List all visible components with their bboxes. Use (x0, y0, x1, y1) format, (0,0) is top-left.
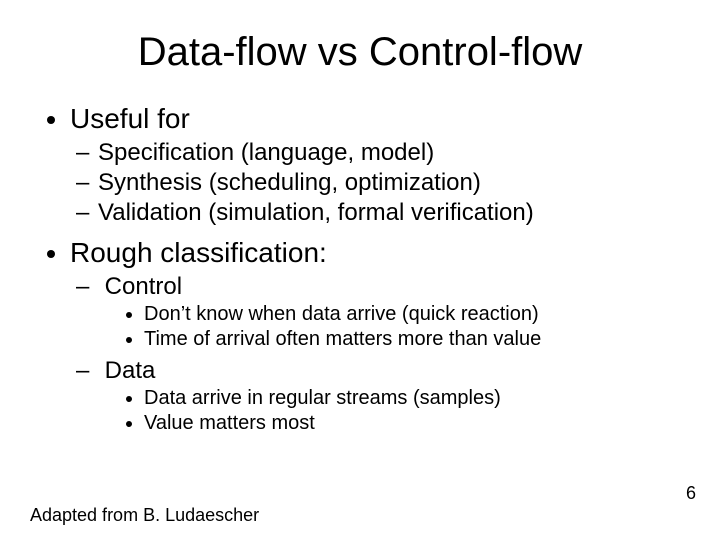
subsub-item: Don’t know when data arrive (quick react… (144, 303, 690, 326)
sub-list-useful-for: Specification (language, model) Synthesi… (70, 139, 690, 227)
bullet-useful-for: Useful for Specification (language, mode… (70, 103, 690, 227)
subsub-list-control: Don’t know when data arrive (quick react… (98, 303, 690, 351)
subsub-item: Value matters most (144, 412, 690, 435)
sub-item: Specification (language, model) (98, 139, 690, 167)
footer-attribution: Adapted from B. Ludaescher (30, 505, 259, 526)
sub-item-label: Control (105, 273, 182, 300)
subsub-item: Data arrive in regular streams (samples) (144, 387, 690, 410)
sub-item: Validation (simulation, formal verificat… (98, 199, 690, 227)
slide-title: Data-flow vs Control-flow (30, 30, 690, 75)
page-number: 6 (686, 483, 696, 504)
bullet-label: Useful for (70, 103, 190, 134)
sub-item-label: Data (105, 357, 156, 384)
slide: Data-flow vs Control-flow Useful for Spe… (0, 0, 720, 540)
bullet-list: Useful for Specification (language, mode… (30, 103, 690, 435)
sub-item-data: Data Data arrive in regular streams (sam… (98, 357, 690, 435)
sub-item: Synthesis (scheduling, optimization) (98, 169, 690, 197)
bullet-label: Rough classification: (70, 237, 327, 268)
bullet-rough-classification: Rough classification: Control Don’t know… (70, 237, 690, 435)
sub-item-control: Control Don’t know when data arrive (qui… (98, 273, 690, 351)
sub-list-rough-classification: Control Don’t know when data arrive (qui… (70, 273, 690, 435)
subsub-item: Time of arrival often matters more than … (144, 328, 690, 351)
subsub-list-data: Data arrive in regular streams (samples)… (98, 387, 690, 435)
